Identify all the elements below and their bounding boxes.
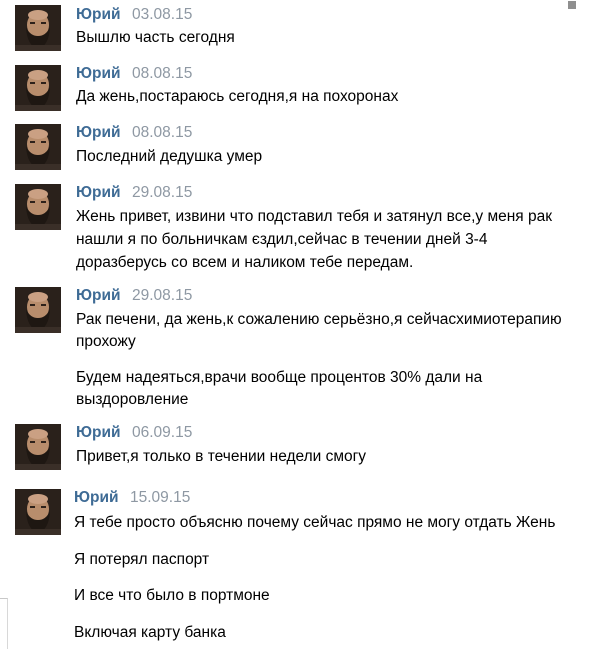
message-date: 29.08.15	[132, 184, 193, 201]
message-item: Юрий 15.09.15 Я тебе просто объясню поче…	[0, 483, 597, 649]
message-text: Привет,я только в течении недели смогу	[76, 448, 367, 465]
message-date: 08.08.15	[132, 124, 193, 141]
message-author[interactable]: Юрий	[76, 6, 121, 24]
bearded-man-avatar-icon	[15, 184, 61, 230]
message-date: 15.09.15	[130, 489, 191, 506]
bearded-man-avatar-icon	[15, 65, 61, 111]
message-text: Вышлю часть сегодня	[76, 29, 235, 46]
message-text: доразберусь со всем и наликом тебе перед…	[76, 254, 414, 271]
avatar[interactable]	[15, 65, 61, 111]
bearded-man-avatar-icon	[15, 489, 61, 535]
message-item: Юрий 06.09.15 Привет,я только в течении …	[0, 418, 597, 480]
message-author[interactable]: Юрий	[74, 489, 119, 507]
avatar[interactable]	[15, 287, 61, 333]
avatar[interactable]	[15, 124, 61, 170]
bearded-man-avatar-icon	[15, 424, 61, 470]
message-text: Последний дедушка умер	[76, 148, 263, 165]
bearded-man-avatar-icon	[15, 287, 61, 333]
avatar[interactable]	[15, 489, 61, 535]
avatar[interactable]	[15, 184, 61, 230]
message-text: Жень привет, извини что подставил тебя и…	[76, 208, 553, 225]
message-item: Юрий 08.08.15 Да жень,постараюсь сегодня…	[0, 57, 597, 115]
message-text: Рак печени, да жень,к сожалению серьёзно…	[76, 311, 562, 328]
message-author[interactable]: Юрий	[76, 65, 121, 83]
avatar[interactable]	[15, 5, 61, 51]
message-text: Будем надеяться,врачи вообще процентов 3…	[76, 369, 483, 386]
message-date: 29.08.15	[132, 287, 193, 304]
bearded-man-avatar-icon	[15, 5, 61, 51]
message-author[interactable]: Юрий	[76, 124, 121, 142]
message-date: 06.09.15	[132, 424, 193, 441]
message-text: И все что было в портмоне	[74, 587, 270, 604]
message-date: 03.08.15	[132, 6, 193, 23]
message-item: Юрий 29.08.15 Рак печени, да жень,к сожа…	[0, 281, 597, 411]
message-text: Включая карту банка	[74, 624, 226, 641]
bearded-man-avatar-icon	[15, 124, 61, 170]
message-text: Я потерял паспорт	[74, 551, 210, 568]
message-item: Юрий 29.08.15 Жень привет, извини что по…	[0, 178, 597, 276]
message-item: Юрий 08.08.15 Последний дедушка умер	[0, 118, 597, 176]
message-text: нашли я по больничкам єздил,сейчас в теч…	[76, 231, 488, 248]
message-item: Юрий 03.08.15 Вышлю часть сегодня	[0, 0, 597, 56]
message-author[interactable]: Юрий	[76, 424, 121, 442]
message-author[interactable]: Юрий	[76, 287, 121, 305]
message-text: Да жень,постараюсь сегодня,я на похорона…	[76, 88, 399, 105]
message-date: 08.08.15	[132, 65, 193, 82]
message-author[interactable]: Юрий	[76, 184, 121, 202]
message-text: выздоровление	[76, 391, 189, 408]
message-text: прохожу	[76, 333, 136, 350]
message-text: Я тебе просто объясню почему сейчас прям…	[74, 514, 556, 531]
avatar[interactable]	[15, 424, 61, 470]
